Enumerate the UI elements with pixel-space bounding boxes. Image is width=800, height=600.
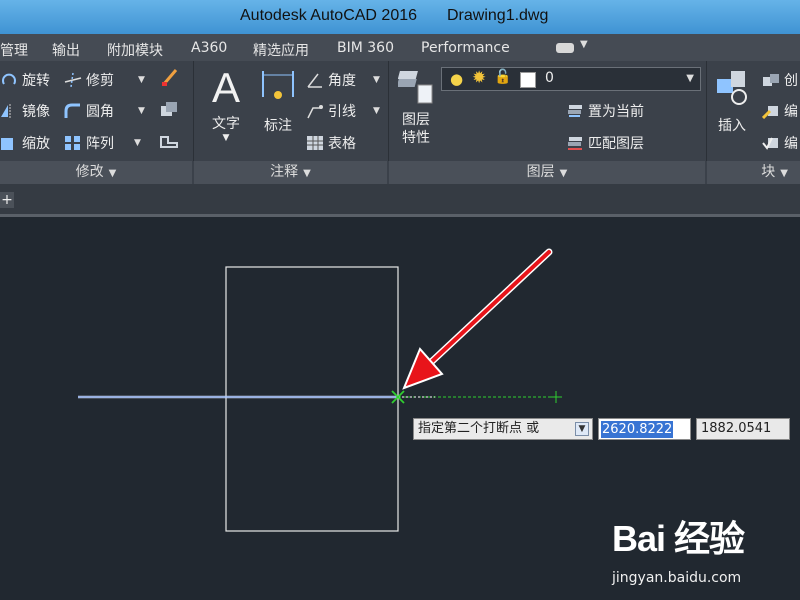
edit-attributes-button[interactable]: 编 bbox=[762, 133, 798, 153]
chevron-down-icon[interactable]: ▼ bbox=[134, 138, 141, 148]
layer-color-swatch[interactable] bbox=[520, 72, 536, 88]
leader-button[interactable]: 引线 bbox=[306, 101, 356, 121]
panel-separator bbox=[706, 61, 707, 161]
chevron-down-icon[interactable]: ▼ bbox=[138, 75, 145, 85]
dynamic-input-prompt: 指定第二个打断点 或 bbox=[413, 418, 593, 440]
options-dropdown-icon[interactable]: ▼ bbox=[575, 422, 589, 436]
chevron-down-icon[interactable]: ▼ bbox=[138, 106, 145, 116]
layer-properties-icon bbox=[396, 67, 434, 111]
rectangle-entity[interactable] bbox=[225, 266, 399, 532]
mirror-button[interactable]: 镜像 bbox=[0, 101, 50, 121]
edit-block-button[interactable]: 编 bbox=[761, 101, 798, 121]
erase-brush-icon[interactable] bbox=[160, 67, 180, 91]
lightbulb-icon[interactable]: ● bbox=[450, 70, 463, 88]
rotate-icon bbox=[0, 72, 18, 88]
layer-properties-button[interactable]: 图层 特性 bbox=[396, 67, 434, 147]
array-icon bbox=[64, 135, 82, 151]
ribbon-tab-row: 管理 输出 附加模块 A360 精选应用 BIM 360 Performance… bbox=[0, 34, 800, 61]
new-tab-button[interactable]: + bbox=[0, 192, 14, 208]
panel-separator bbox=[388, 61, 389, 161]
leader-icon bbox=[306, 103, 324, 119]
chevron-down-icon[interactable]: ▼ bbox=[373, 75, 380, 85]
trim-icon bbox=[64, 72, 82, 88]
insert-block-button[interactable]: 插入 bbox=[712, 67, 752, 135]
baidu-logo: Bai 经验 bbox=[612, 518, 745, 559]
chevron-down-icon: ▼ bbox=[222, 133, 230, 143]
tab-output[interactable]: 输出 bbox=[52, 40, 80, 60]
baidu-jingyan-watermark: Bai 经验 jingyan.baidu.com bbox=[612, 510, 745, 586]
chevron-down-icon[interactable]: ▼ bbox=[686, 73, 694, 84]
scale-button[interactable]: 缩放 bbox=[0, 133, 50, 153]
panel-separator bbox=[193, 61, 194, 161]
y-coordinate-input[interactable]: 1882.0541 bbox=[696, 418, 790, 440]
file-tab-strip: + bbox=[0, 184, 800, 216]
dimension-button[interactable]: 标注 bbox=[258, 67, 298, 135]
copy-icon[interactable] bbox=[158, 99, 180, 123]
tab-performance[interactable]: Performance bbox=[421, 40, 510, 56]
angle-icon bbox=[306, 72, 324, 88]
tab-manage[interactable]: 管理 bbox=[0, 40, 28, 60]
watermark-url: jingyan.baidu.com bbox=[612, 570, 742, 586]
chevron-down-icon: ▼ bbox=[780, 168, 788, 179]
make-current-button[interactable]: 置为当前 bbox=[566, 101, 644, 121]
layer-dropdown[interactable]: ● ✹ 🔓 0 ▼ bbox=[441, 67, 701, 91]
chevron-down-icon[interactable]: ▼ bbox=[580, 39, 588, 50]
fillet-button[interactable]: 圆角 bbox=[64, 101, 114, 121]
scale-icon bbox=[0, 135, 18, 151]
tab-bim360[interactable]: BIM 360 bbox=[337, 40, 394, 56]
mirror-icon bbox=[0, 103, 18, 119]
layers-panel-title[interactable]: 图层 ▼ bbox=[389, 161, 705, 184]
tab-featured-apps[interactable]: 精选应用 bbox=[253, 40, 309, 60]
dimension-icon bbox=[258, 67, 298, 109]
layer-match-icon bbox=[566, 135, 584, 151]
create-block-icon bbox=[762, 72, 780, 88]
table-icon bbox=[306, 135, 324, 151]
stretch-icon[interactable] bbox=[158, 131, 180, 155]
edit-block-icon bbox=[761, 103, 780, 120]
fillet-icon bbox=[64, 103, 82, 119]
current-layer-name: 0 bbox=[545, 70, 554, 86]
unlock-icon[interactable]: 🔓 bbox=[494, 69, 511, 85]
rotate-button[interactable]: 旋转 bbox=[0, 70, 50, 90]
block-panel-title[interactable]: 块 ▼ bbox=[707, 161, 800, 184]
x-coordinate-input[interactable]: 2620.8222 bbox=[598, 418, 691, 440]
chevron-down-icon: ▼ bbox=[108, 168, 117, 179]
ribbon-minimize-button[interactable] bbox=[556, 43, 574, 53]
annotation-panel-title[interactable]: 注释 ▼ bbox=[194, 161, 387, 184]
tab-a360[interactable]: A360 bbox=[191, 40, 227, 56]
table-button[interactable]: 表格 bbox=[306, 133, 356, 153]
chevron-down-icon[interactable]: ▼ bbox=[373, 106, 380, 116]
insert-block-icon bbox=[712, 67, 752, 111]
tab-addins[interactable]: 附加模块 bbox=[107, 40, 163, 60]
trim-button[interactable]: 修剪 bbox=[64, 70, 114, 90]
title-bar: Autodesk AutoCAD 2016 Drawing1.dwg bbox=[0, 0, 800, 34]
red-arrow-annotation bbox=[402, 248, 553, 390]
modify-panel-title[interactable]: 修改 ▼ bbox=[0, 161, 192, 184]
text-button[interactable]: A 文字 ▼ bbox=[208, 64, 244, 144]
edit-attributes-icon bbox=[762, 135, 780, 151]
match-layer-button[interactable]: 匹配图层 bbox=[566, 133, 644, 153]
text-a-icon: A bbox=[211, 64, 240, 111]
file-name: Drawing1.dwg bbox=[447, 7, 549, 24]
ribbon: 旋转 修剪 ▼ 镜像 圆角 ▼ 缩放 阵列 ▼ 修改 ▼ A 文字 ▼ 标注 角度… bbox=[0, 61, 800, 211]
create-block-button[interactable]: 创 bbox=[762, 70, 798, 90]
chevron-down-icon: ▼ bbox=[303, 168, 311, 179]
sun-icon[interactable]: ✹ bbox=[472, 68, 486, 88]
app-title: Autodesk AutoCAD 2016 bbox=[240, 7, 418, 24]
layer-stack-icon bbox=[566, 103, 584, 119]
array-button[interactable]: 阵列 bbox=[64, 133, 114, 153]
angular-dimension-button[interactable]: 角度 bbox=[306, 70, 356, 90]
x-coordinate-value: 2620.8222 bbox=[601, 421, 674, 438]
chevron-down-icon: ▼ bbox=[559, 168, 568, 179]
